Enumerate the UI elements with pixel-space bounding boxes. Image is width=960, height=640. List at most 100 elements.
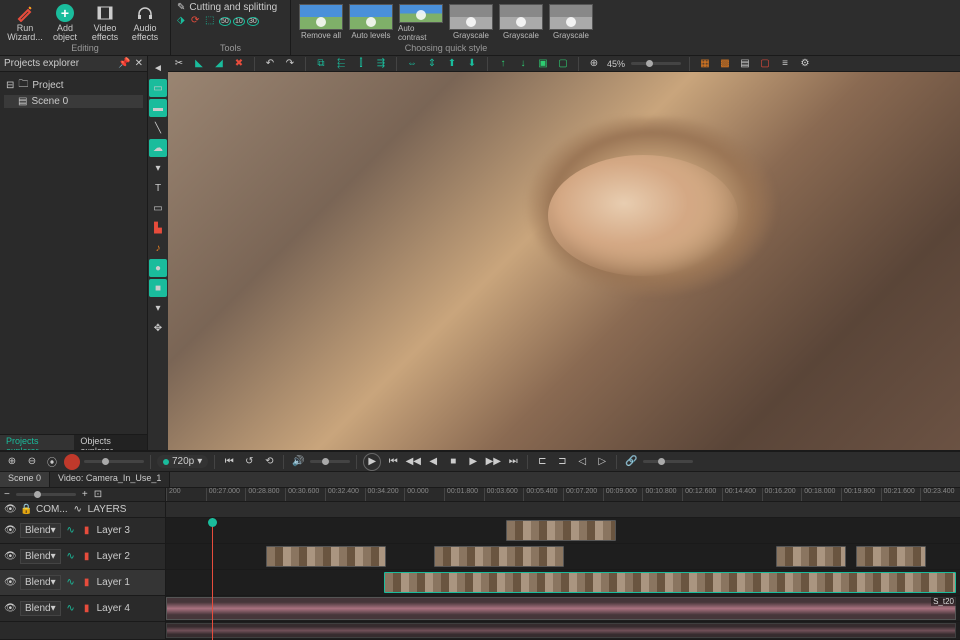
in-point-icon[interactable]: ⊏ — [534, 454, 550, 470]
preview-canvas[interactable] — [168, 72, 960, 450]
track-body[interactable] — [166, 622, 960, 639]
clip[interactable] — [856, 546, 926, 567]
grid1-icon[interactable]: ▦ — [698, 57, 712, 71]
grid2-icon[interactable]: ▩ — [718, 57, 732, 71]
track-body[interactable] — [166, 570, 960, 595]
audio-tool[interactable]: ♪ — [149, 239, 167, 257]
repeat-icon[interactable]: ⟲ — [261, 454, 277, 470]
track-visibility-toggle[interactable]: 👁 — [4, 551, 16, 563]
timeline-ruler[interactable]: − + ⊡ 20000:27.00000:28.80000:30.60000:3… — [0, 488, 960, 502]
cursor-tool[interactable]: ◄ — [149, 59, 167, 77]
style-auto-levels[interactable]: Auto levels — [348, 4, 394, 42]
zoom-slider[interactable] — [631, 62, 681, 65]
add-track-icon[interactable]: ⊕ — [4, 454, 20, 470]
fit-icon[interactable]: ⊡ — [94, 489, 102, 500]
tree-project[interactable]: ⊟🗀Project — [4, 76, 143, 95]
prev-frame-icon[interactable]: ⏮ — [221, 454, 237, 470]
step-fwd-icon[interactable]: ▶ — [465, 454, 481, 470]
close-icon[interactable]: ✕ — [135, 58, 143, 69]
record-button[interactable] — [64, 454, 80, 470]
clip[interactable] — [776, 546, 846, 567]
marker-next-icon[interactable]: ▷ — [594, 454, 610, 470]
volume-icon[interactable]: 🔊 — [290, 454, 306, 470]
circle-tool[interactable]: ● — [149, 259, 167, 277]
marker-icon[interactable]: ⦿ — [44, 454, 60, 470]
rect-tool[interactable]: ▬ — [149, 99, 167, 117]
layers-icon[interactable]: ≡ — [778, 57, 792, 71]
out-point-icon[interactable]: ⊐ — [554, 454, 570, 470]
style-remove-all[interactable]: Remove all — [298, 4, 344, 42]
align-left-icon[interactable]: ⬱ — [334, 57, 348, 71]
track-body[interactable] — [166, 544, 960, 569]
dist-v-icon[interactable]: ⇕ — [425, 57, 439, 71]
skip-end-icon[interactable]: ⏭ — [505, 454, 521, 470]
blend-mode-dropdown[interactable]: Blend▾ — [20, 549, 61, 564]
blend-mode-dropdown[interactable]: Blend▾ — [20, 601, 61, 616]
target-icon[interactable]: ⊕ — [587, 57, 601, 71]
speed-slider[interactable] — [643, 460, 693, 463]
cut-right-icon[interactable]: ◢ — [212, 57, 226, 71]
style-grayscale[interactable]: Grayscale — [548, 4, 594, 42]
clip[interactable] — [266, 546, 386, 567]
play-button[interactable]: ▶ — [363, 453, 381, 471]
stop-icon[interactable]: ■ — [445, 454, 461, 470]
volume-slider[interactable] — [310, 460, 350, 463]
more-tool[interactable]: ▾ — [149, 299, 167, 317]
marker-prev-icon[interactable]: ◁ — [574, 454, 590, 470]
audio-effects-button[interactable]: Audio effects — [126, 3, 164, 43]
opacity-slider[interactable] — [84, 460, 144, 463]
clip[interactable] — [506, 520, 616, 541]
mute-icon[interactable]: ▮ — [81, 551, 93, 563]
rewind-icon[interactable]: ◀◀ — [405, 454, 421, 470]
square-tool[interactable]: ■ — [149, 279, 167, 297]
remove-track-icon[interactable]: ⊖ — [24, 454, 40, 470]
timeline-tab-video[interactable]: Video: Camera_In_Use_1 — [50, 472, 170, 487]
style-grayscale[interactable]: Grayscale — [448, 4, 494, 42]
crop-icon[interactable]: ⬚ — [205, 15, 217, 27]
rotate-icon[interactable]: ⟳ — [191, 15, 203, 27]
up-arrow-icon[interactable]: ↑ — [496, 57, 510, 71]
drop-icon[interactable]: ⬗ — [177, 15, 189, 27]
layer2-icon[interactable]: ▢ — [556, 57, 570, 71]
audio-waveform[interactable] — [166, 623, 956, 638]
zoom-in-icon[interactable]: + — [82, 489, 88, 500]
gear-icon[interactable]: ⚙ — [798, 57, 812, 71]
marker-50-icon[interactable]: 50 — [219, 15, 231, 27]
tab-objects-explorer[interactable]: Objects explorer — [74, 435, 147, 450]
mute-icon[interactable]: ▮ — [81, 525, 93, 537]
skip-start-icon[interactable]: ⏮ — [385, 454, 401, 470]
audio-icon[interactable]: ∿ — [65, 525, 77, 537]
send-back-icon[interactable]: ⬇ — [465, 57, 479, 71]
dist-h-icon[interactable]: ⇔ — [405, 57, 419, 71]
grid3-icon[interactable]: ▤ — [738, 57, 752, 71]
style-grayscale[interactable]: Grayscale — [498, 4, 544, 42]
mute-icon[interactable]: ▮ — [81, 603, 93, 615]
bring-front-icon[interactable]: ⬆ — [445, 57, 459, 71]
run-wizard-button[interactable]: Run Wizard... — [6, 3, 44, 43]
dropdown-tool[interactable]: ▾ — [149, 159, 167, 177]
playhead[interactable] — [212, 518, 213, 640]
track-visibility-toggle[interactable]: 👁 — [4, 525, 16, 537]
timeline-zoom-slider[interactable] — [16, 493, 76, 496]
tree-scene[interactable]: ▤Scene 0 — [4, 95, 143, 108]
text-tool[interactable]: T — [149, 179, 167, 197]
video-effects-button[interactable]: Video effects — [86, 3, 124, 43]
redo-icon[interactable]: ↷ — [283, 57, 297, 71]
clip-selected[interactable] — [384, 572, 956, 593]
tooltip-tool[interactable]: ▭ — [149, 199, 167, 217]
audio-icon[interactable]: ∿ — [65, 577, 77, 589]
lock-icon[interactable]: 🔒 — [20, 504, 32, 516]
chart-tool[interactable]: ▙ — [149, 219, 167, 237]
box-icon[interactable]: ▢ — [758, 57, 772, 71]
eye-icon[interactable]: 👁 — [4, 504, 16, 516]
timeline-tab-scene[interactable]: Scene 0 — [0, 472, 50, 487]
loop-icon[interactable]: ↺ — [241, 454, 257, 470]
marker-100-icon[interactable]: 10 — [233, 15, 245, 27]
move-tool[interactable]: ✥ — [149, 319, 167, 337]
layer-icon[interactable]: ▣ — [536, 57, 550, 71]
audio-waveform[interactable] — [166, 597, 956, 620]
track-visibility-toggle[interactable]: 👁 — [4, 577, 16, 589]
zoom-out-icon[interactable]: − — [4, 489, 10, 500]
undo-icon[interactable]: ↶ — [263, 57, 277, 71]
link-icon[interactable]: 🔗 — [623, 454, 639, 470]
